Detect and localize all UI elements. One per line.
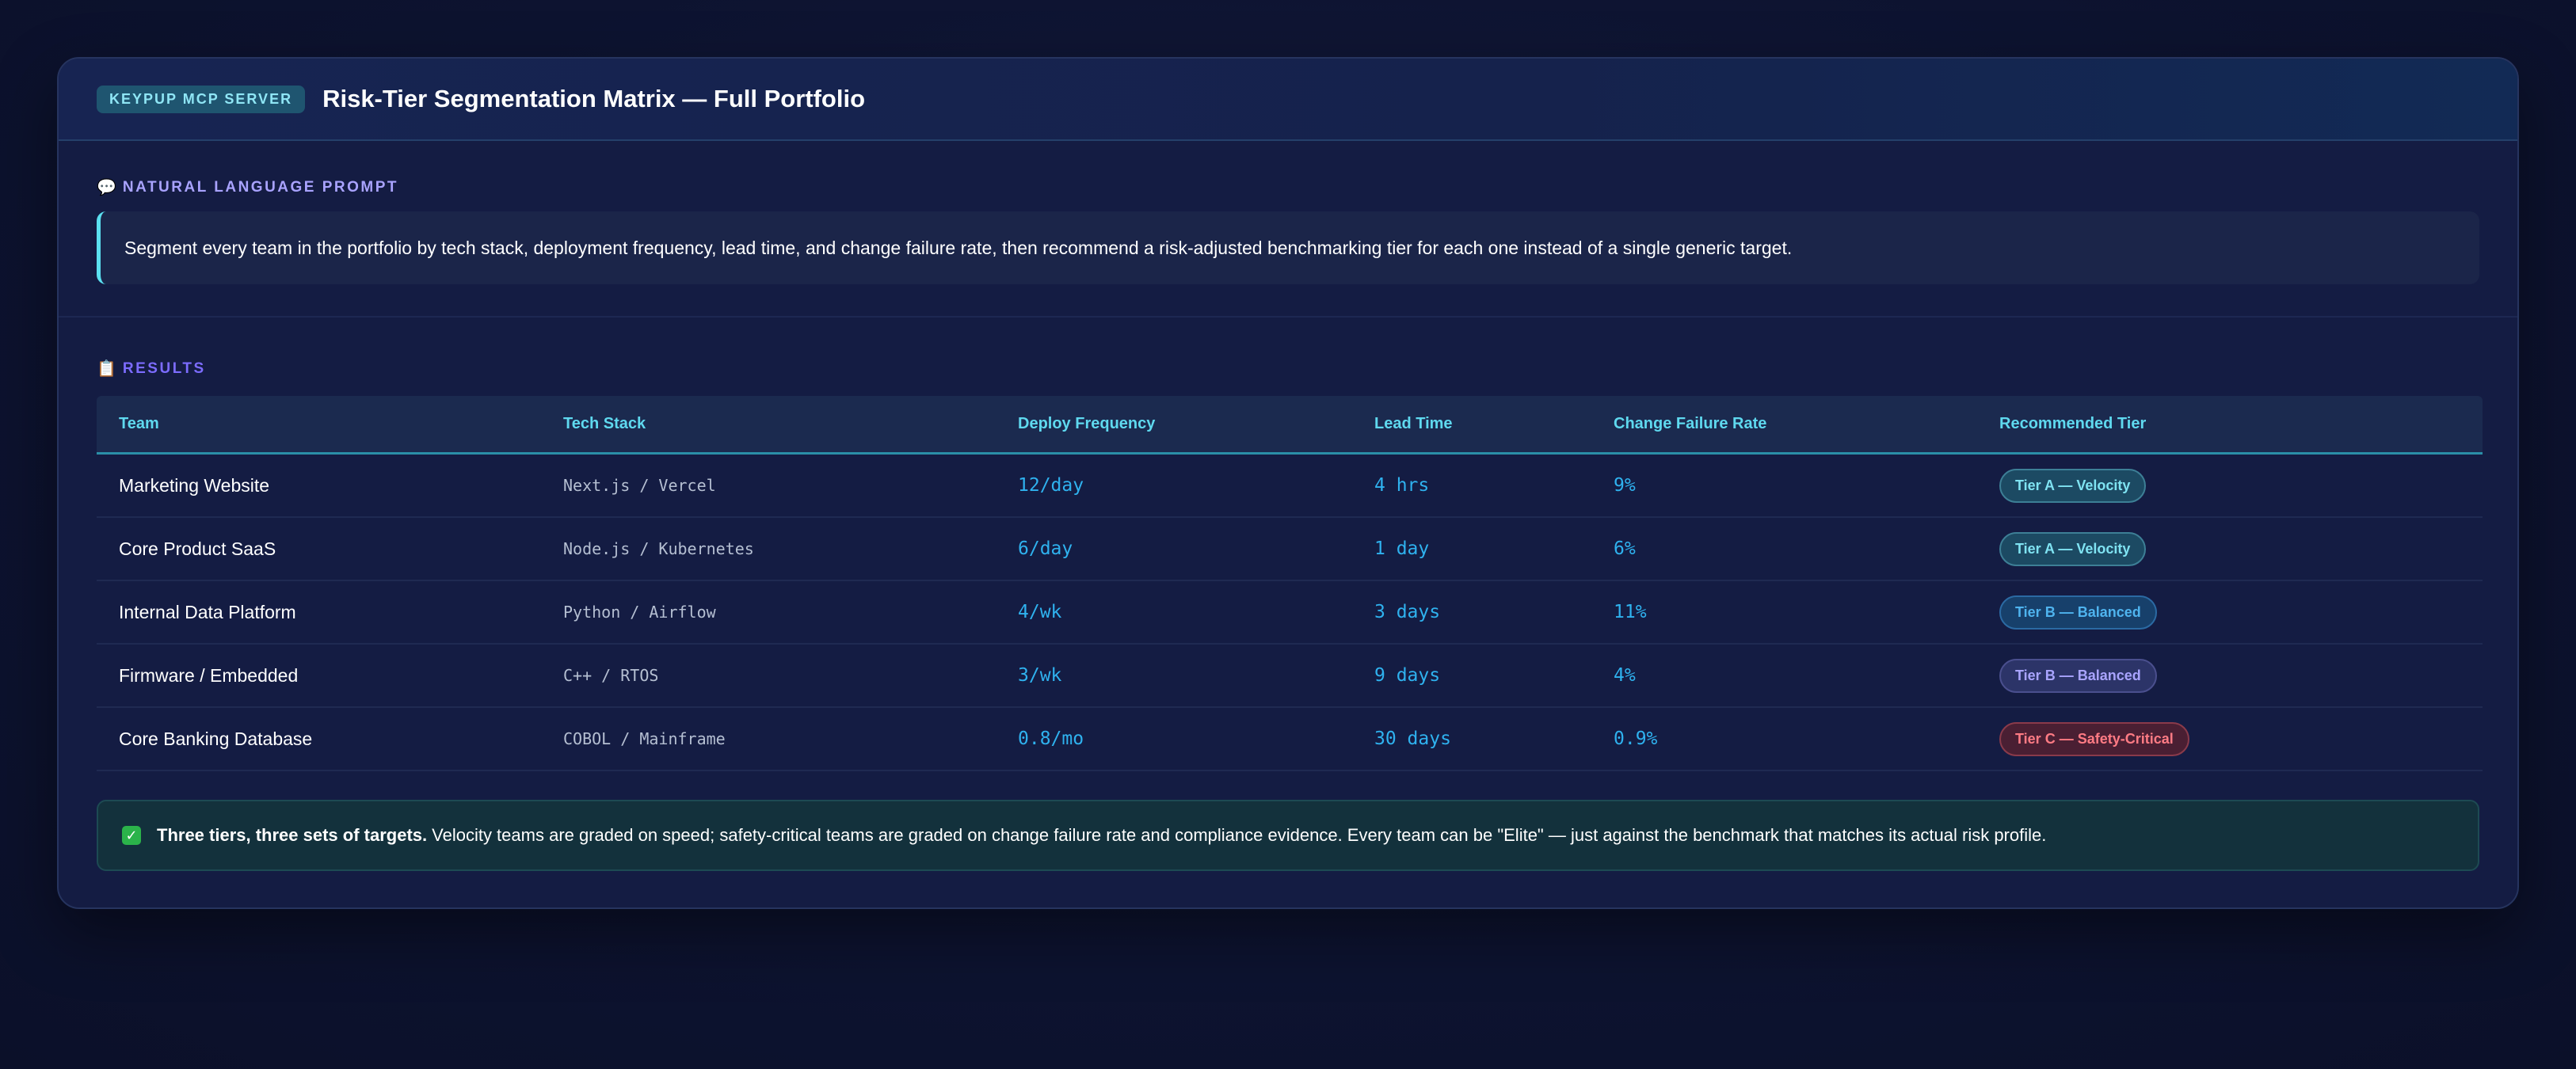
change-failure-rate: 11% [1614,602,1647,622]
prompt-label: 💬 NATURAL LANGUAGE PROMPT [97,177,2479,197]
prompt-label-text: NATURAL LANGUAGE PROMPT [122,178,399,196]
results-label-text: RESULTS [122,360,206,377]
column-header-team[interactable]: Team [97,415,563,433]
card-header: KEYPUP MCP SERVER Risk-Tier Segmentation… [59,59,2517,141]
server-badge: KEYPUP MCP SERVER [97,85,306,113]
prompt-text: Segment every team in the portfolio by t… [97,211,2479,284]
tech-stack: COBOL / Mainframe [563,729,726,748]
lead-time: 3 days [1374,602,1441,622]
change-failure-rate: 6% [1614,538,1636,559]
table-header: Team Tech Stack Deploy Frequency Lead Ti… [97,396,2483,455]
tier-badge: Tier A — Velocity [1999,531,2147,566]
column-header-lead-time[interactable]: Lead Time [1374,415,1614,433]
table-row[interactable]: Firmware / Embedded C++ / RTOS 3/wk 9 da… [97,645,2483,708]
tech-stack: Python / Airflow [563,603,716,622]
team-name: Core Product SaaS [119,538,276,559]
tech-stack: Node.js / Kubernetes [563,539,754,558]
results-card: KEYPUP MCP SERVER Risk-Tier Segmentation… [57,57,2519,909]
lead-time: 9 days [1374,665,1441,686]
summary-bold: Three tiers, three sets of targets. [157,825,428,845]
tech-stack: C++ / RTOS [563,666,659,685]
check-icon: ✓ [122,826,141,845]
deploy-frequency: 0.8/mo [1018,729,1084,749]
deploy-frequency: 4/wk [1018,602,1062,622]
column-header-change-failure-rate[interactable]: Change Failure Rate [1614,415,1999,433]
team-name: Marketing Website [119,474,270,496]
deploy-frequency: 12/day [1018,475,1084,496]
tier-badge: Tier A — Velocity [1999,468,2147,503]
change-failure-rate: 0.9% [1614,729,1658,749]
table-row[interactable]: Marketing Website Next.js / Vercel 12/da… [97,455,2483,518]
change-failure-rate: 9% [1614,475,1636,496]
deploy-frequency: 6/day [1018,538,1073,559]
lead-time: 4 hrs [1374,475,1430,496]
deploy-frequency: 3/wk [1018,665,1062,686]
lead-time: 1 day [1374,538,1430,559]
clipboard-icon: 📋 [97,360,116,378]
table-row[interactable]: Core Banking Database COBOL / Mainframe … [97,708,2483,771]
team-name: Firmware / Embedded [119,664,299,686]
lead-time: 30 days [1374,729,1451,749]
prompt-section: 💬 NATURAL LANGUAGE PROMPT Segment every … [59,141,2517,318]
results-label: 📋 RESULTS [97,359,2479,379]
table-row[interactable]: Internal Data Platform Python / Airflow … [97,581,2483,645]
tier-badge: Tier C — Safety-Critical [1999,721,2189,756]
column-header-deploy-frequency[interactable]: Deploy Frequency [1018,415,1374,433]
speech-bubble-icon: 💬 [97,179,116,196]
results-section: 📋 RESULTS Team Tech Stack Deploy Frequen… [59,318,2517,771]
table-row[interactable]: Core Product SaaS Node.js / Kubernetes 6… [97,518,2483,581]
page-title: Risk-Tier Segmentation Matrix — Full Por… [322,85,866,112]
summary-callout: ✓ Three tiers, three sets of targets. Ve… [97,800,2479,871]
tech-stack: Next.js / Vercel [563,476,716,495]
summary-text: Velocity teams are graded on speed; safe… [432,825,2047,845]
results-table: Team Tech Stack Deploy Frequency Lead Ti… [97,396,2483,771]
team-name: Core Banking Database [119,728,313,749]
team-name: Internal Data Platform [119,601,296,622]
change-failure-rate: 4% [1614,665,1636,686]
tier-badge: Tier B — Balanced [1999,595,2157,630]
tier-badge: Tier B — Balanced [1999,658,2157,693]
column-header-tech-stack[interactable]: Tech Stack [563,415,1018,433]
column-header-recommended-tier[interactable]: Recommended Tier [1999,415,2483,433]
